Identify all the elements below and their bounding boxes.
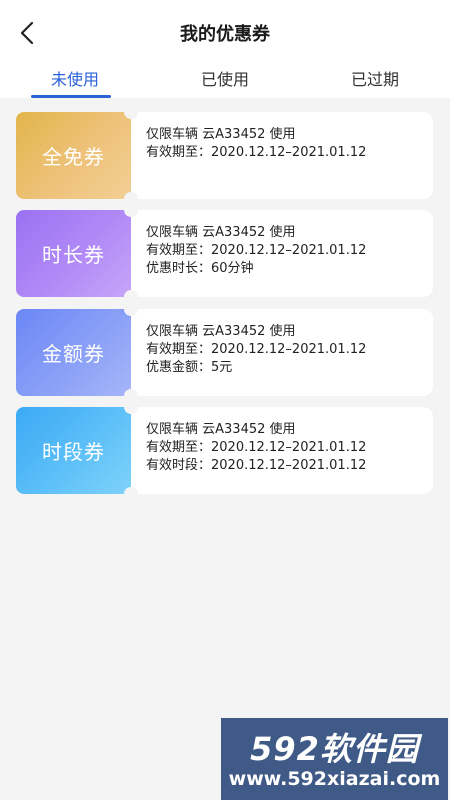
coupon-benefit-line: 优惠金额：5元 (146, 360, 233, 375)
tab-unused[interactable]: 未使用 (0, 66, 150, 90)
coupon-type-badge: 时长券 (16, 210, 131, 297)
active-tab-indicator (31, 95, 111, 98)
coupon-type-badge: 全免券 (16, 112, 131, 199)
coupon-vehicle-line: 仅限车辆 云A33452 使用 (146, 422, 296, 437)
coupon-type-label: 全免券 (42, 145, 105, 169)
coupon-card[interactable]: 全免券 仅限车辆 云A33452 使用 有效期至：2020.12.12–2021… (16, 105, 433, 206)
watermark-brand: 592软件园 (250, 730, 419, 768)
coupon-notch (124, 400, 138, 414)
coupon-notch (124, 487, 138, 501)
coupon-details: 仅限车辆 云A33452 使用 有效期至：2020.12.12–2021.01.… (131, 210, 433, 297)
coupon-type-label: 金额券 (42, 342, 105, 366)
tab-expired[interactable]: 已过期 (300, 66, 450, 90)
page-title: 我的优惠券 (180, 24, 270, 45)
watermark-url: www.592xiazai.com (228, 768, 441, 790)
coupon-validity-line: 有效期至：2020.12.12–2021.01.12 (146, 342, 367, 357)
coupon-notch (124, 203, 138, 217)
coupon-benefit-line: 有效时段：2020.12.12–2021.01.12 (146, 458, 367, 473)
coupon-notch (124, 105, 138, 119)
coupon-details: 仅限车辆 云A33452 使用 有效期至：2020.12.12–2021.01.… (131, 112, 433, 199)
coupon-vehicle-line: 仅限车辆 云A33452 使用 (146, 225, 296, 240)
top-bar: 我的优惠券 未使用 已使用 已过期 (0, 0, 450, 98)
coupon-details: 仅限车辆 云A33452 使用 有效期至：2020.12.12–2021.01.… (131, 407, 433, 494)
tab-bar: 未使用 已使用 已过期 (0, 60, 450, 98)
tab-used[interactable]: 已使用 (150, 66, 300, 90)
coupon-validity-line: 有效期至：2020.12.12–2021.01.12 (146, 440, 367, 455)
coupon-type-label: 时长券 (42, 243, 105, 267)
coupon-card[interactable]: 金额券 仅限车辆 云A33452 使用 有效期至：2020.12.12–2021… (16, 302, 433, 403)
coupon-card[interactable]: 时长券 仅限车辆 云A33452 使用 有效期至：2020.12.12–2021… (16, 203, 433, 304)
coupon-type-label: 时段券 (42, 440, 105, 464)
coupon-notch (124, 302, 138, 316)
coupon-vehicle-line: 仅限车辆 云A33452 使用 (146, 324, 296, 339)
coupon-vehicle-line: 仅限车辆 云A33452 使用 (146, 127, 296, 142)
coupon-type-badge: 时段券 (16, 407, 131, 494)
site-watermark: 592软件园 www.592xiazai.com (221, 718, 448, 800)
coupon-card[interactable]: 时段券 仅限车辆 云A33452 使用 有效期至：2020.12.12–2021… (16, 400, 433, 501)
coupon-details: 仅限车辆 云A33452 使用 有效期至：2020.12.12–2021.01.… (131, 309, 433, 396)
coupon-type-badge: 金额券 (16, 309, 131, 396)
coupon-validity-line: 有效期至：2020.12.12–2021.01.12 (146, 243, 367, 258)
coupon-validity-line: 有效期至：2020.12.12–2021.01.12 (146, 145, 367, 160)
coupon-benefit-line: 优惠时长：60分钟 (146, 261, 254, 276)
